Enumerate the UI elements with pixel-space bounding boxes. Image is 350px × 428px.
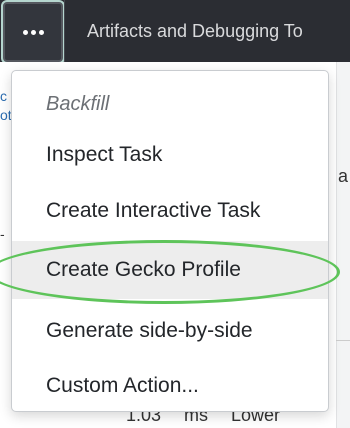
menu-header-backfill[interactable]: Backfill — [46, 93, 109, 116]
more-actions-button[interactable] — [3, 2, 63, 62]
actions-dropdown-menu: Backfill Inspect Task Create Interactive… — [11, 70, 329, 412]
background-text-fragment: c — [0, 88, 7, 104]
menu-item-create-interactive-task[interactable]: Create Interactive Task — [12, 182, 328, 240]
ellipsis-icon — [22, 29, 44, 35]
top-bar: Artifacts and Debugging To — [0, 0, 350, 62]
background-text-fragment: ot — [0, 107, 12, 123]
background-right-text: a — [338, 166, 349, 186]
background-dash: - — [0, 226, 5, 242]
background-divider — [336, 340, 350, 341]
background-right-strip — [336, 62, 350, 428]
menu-item-create-gecko-profile[interactable]: Create Gecko Profile — [12, 241, 328, 299]
panel-tab-title[interactable]: Artifacts and Debugging To — [64, 0, 350, 62]
menu-item-inspect-task[interactable]: Inspect Task — [12, 126, 328, 184]
menu-item-generate-side-by-side[interactable]: Generate side-by-side — [12, 302, 328, 360]
menu-item-custom-action[interactable]: Custom Action... — [12, 357, 328, 411]
